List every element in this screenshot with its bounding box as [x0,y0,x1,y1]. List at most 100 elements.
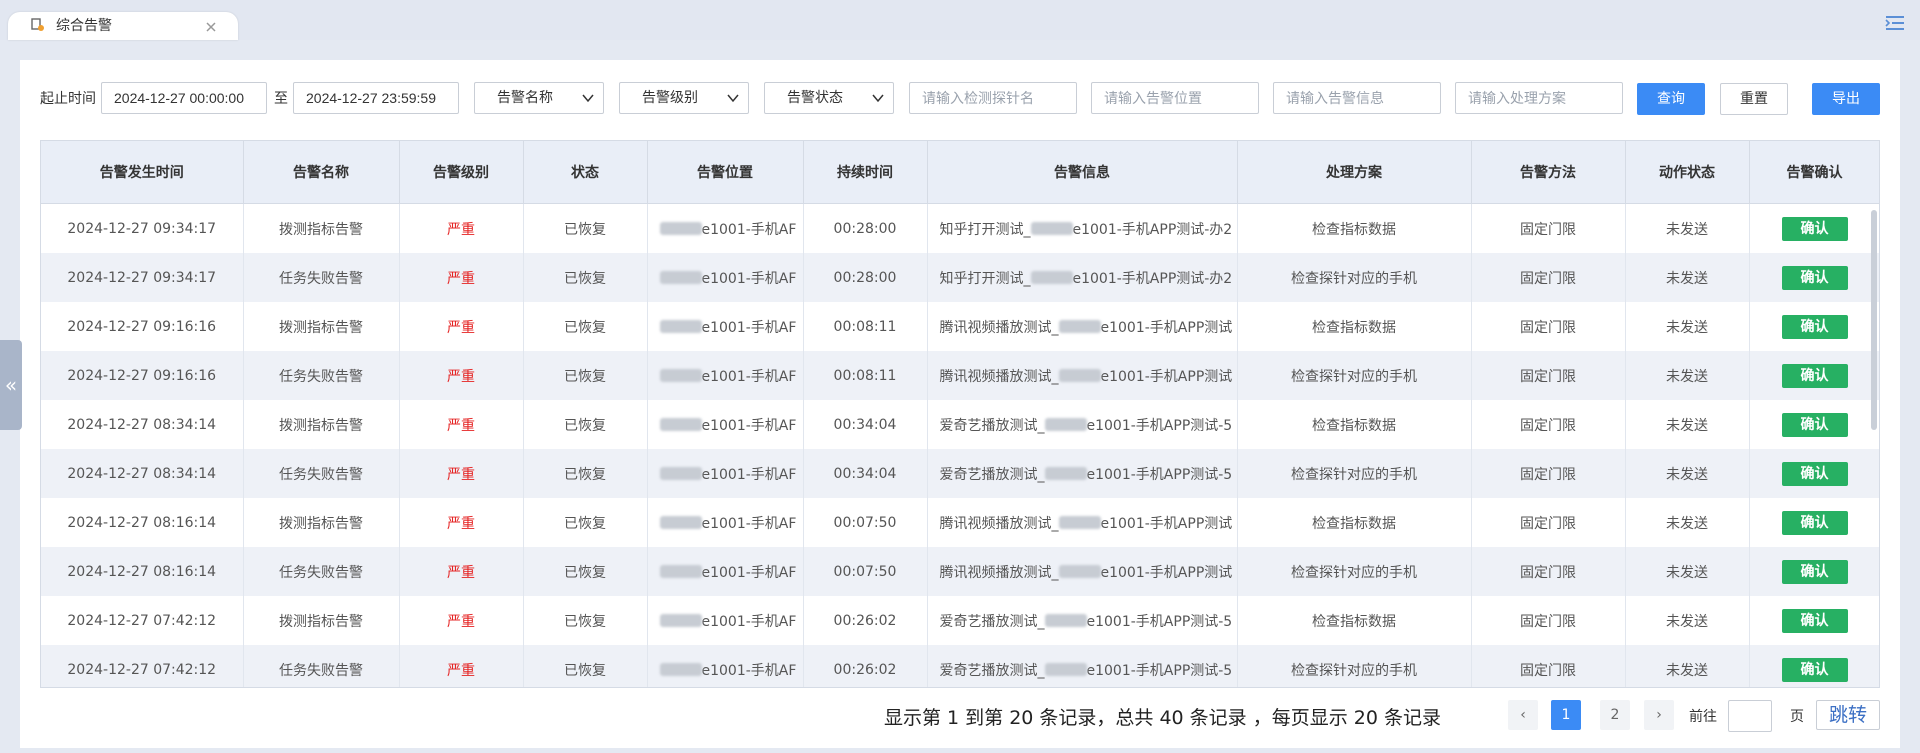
alarm-level-select-label: 告警级别 [642,90,698,106]
alarm-location-input[interactable]: 请输入告警位置 [1091,82,1259,114]
table-row: 2024-12-27 09:16:16 拨测指标告警 严重 已恢复 e1001-手机AF… [41,302,1879,351]
confirm-button[interactable]: 确认 [1781,265,1848,290]
confirm-button[interactable]: 确认 [1781,314,1848,339]
alarm-level-cell: 严重 [399,302,524,351]
confirm-button[interactable]: 确认 [1781,216,1848,241]
info-suffix: e1001-手机APP测试 [1100,319,1233,336]
alarm-level-select[interactable]: 告警级别 [619,82,749,114]
prev-page-button[interactable]: ‹ [1508,700,1538,730]
redacted-text [1030,270,1073,284]
alarm-name-cell: 任务失败告警 [243,351,400,400]
alarm-level-cell: 严重 [399,351,524,400]
alarm-level-cell: 严重 [399,645,524,687]
close-icon[interactable] [204,20,218,34]
query-button[interactable]: 查询 [1637,83,1705,115]
menu-collapse-icon[interactable] [1884,14,1906,32]
duration-cell: 00:07:50 [803,498,928,547]
alarm-time-cell: 2024-12-27 08:16:14 [41,498,244,547]
method-cell: 固定门限 [1471,302,1626,351]
goto-label: 前往 [1689,709,1717,725]
reset-button[interactable]: 重置 [1720,83,1788,115]
action-status-cell: 未发送 [1625,302,1750,351]
location-cell: e1001-手机AF [647,203,804,253]
confirm-button[interactable]: 确认 [1781,657,1848,682]
method-cell: 固定门限 [1471,498,1626,547]
info-suffix: e1001-手机APP测试-5 [1086,466,1233,483]
alarm-info-cell: 爱奇艺播放测试_ e1001-手机APP测试-5 [927,645,1238,687]
status-cell: 已恢复 [523,547,648,596]
table-scrollbar[interactable] [1871,210,1877,430]
alarm-name-cell: 任务失败告警 [243,547,400,596]
status-cell: 已恢复 [523,400,648,449]
location-cell: e1001-手机AF [647,302,804,351]
duration-cell: 00:07:50 [803,547,928,596]
page-button-2[interactable]: 2 [1600,700,1630,730]
alarm-time-cell: 2024-12-27 08:34:14 [41,400,244,449]
alarm-name-select[interactable]: 告警名称 [474,82,604,114]
confirm-button[interactable]: 确认 [1781,461,1848,486]
jump-button[interactable]: 跳转 [1816,700,1880,730]
alarm-time-cell: 2024-12-27 08:34:14 [41,449,244,498]
location-cell: e1001-手机AF [647,253,804,302]
redacted-text [1044,417,1087,431]
redacted-text [659,613,702,627]
top-bar: 综合告警 [0,0,1920,40]
table-row: 2024-12-27 07:42:12 任务失败告警 严重 已恢复 e1001-手机AF… [41,645,1879,687]
duration-cell: 00:34:04 [803,400,928,449]
goto-page-input[interactable] [1728,700,1772,732]
end-time-input[interactable]: 2024-12-27 23:59:59 [293,82,459,114]
action-status-cell: 未发送 [1625,449,1750,498]
alarm-level-cell: 严重 [399,253,524,302]
status-cell: 已恢复 [523,302,648,351]
alarm-name-select-label: 告警名称 [497,90,553,106]
alarm-info-input[interactable]: 请输入告警信息 [1273,82,1441,114]
export-button[interactable]: 导出 [1812,83,1880,115]
action-status-cell: 未发送 [1625,596,1750,645]
solution-cell: 检查探针对应的手机 [1237,645,1472,687]
method-cell: 固定门限 [1471,596,1626,645]
info-prefix: 知乎打开测试_ [939,270,1031,287]
redacted-text [1058,368,1101,382]
sidebar-expand-handle[interactable]: « [0,340,22,430]
info-suffix: e1001-手机APP测试 [1100,368,1233,385]
action-status-cell: 未发送 [1625,253,1750,302]
alarm-level-cell: 严重 [399,449,524,498]
location-cell: e1001-手机AF [647,498,804,547]
info-prefix: 知乎打开测试_ [939,221,1031,238]
confirm-button[interactable]: 确认 [1781,559,1848,584]
probe-name-input[interactable]: 请输入检测探针名 [909,82,1077,114]
confirm-button[interactable]: 确认 [1781,510,1848,535]
column-header: 告警确认 [1749,141,1879,204]
tab-comprehensive-alarm[interactable]: 综合告警 [8,12,238,40]
confirm-button[interactable]: 确认 [1781,412,1848,437]
status-cell: 已恢复 [523,351,648,400]
location-cell: e1001-手机AF [647,645,804,687]
confirm-button[interactable]: 确认 [1781,363,1848,388]
location-text: e1001-手机AF [701,319,797,336]
alarm-table: 告警发生时间 告警名称 告警级别 状态 告警位置 持续时间 告警信息 处理方案 … [40,140,1880,688]
next-page-button[interactable]: › [1644,700,1674,730]
filter-bar: 起止时间 2024-12-27 00:00:00 至 2024-12-27 23… [40,82,1880,116]
solution-input[interactable]: 请输入处理方案 [1455,82,1623,114]
page-unit-label: 页 [1790,709,1804,725]
column-header: 状态 [523,141,648,204]
method-cell: 固定门限 [1471,400,1626,449]
column-header: 告警位置 [647,141,804,204]
duration-cell: 00:26:02 [803,645,928,687]
status-cell: 已恢复 [523,203,648,253]
confirm-button[interactable]: 确认 [1781,608,1848,633]
alarm-status-select[interactable]: 告警状态 [764,82,894,114]
info-suffix: e1001-手机APP测试-办2 [1072,221,1233,238]
alarm-name-cell: 拨测指标告警 [243,302,400,351]
page-button-1[interactable]: 1 [1551,700,1581,730]
duration-cell: 00:34:04 [803,449,928,498]
confirm-cell: 确认 [1749,351,1879,400]
alarm-list-icon [31,18,44,31]
info-prefix: 腾讯视频播放测试_ [939,368,1059,385]
start-time-input[interactable]: 2024-12-27 00:00:00 [101,82,267,114]
alarm-name-cell: 任务失败告警 [243,645,400,687]
to-label: 至 [274,91,288,107]
redacted-text [1030,221,1073,235]
time-range-label: 起止时间 [40,91,96,107]
alarm-info-cell: 腾讯视频播放测试_ e1001-手机APP测试 [927,547,1238,596]
